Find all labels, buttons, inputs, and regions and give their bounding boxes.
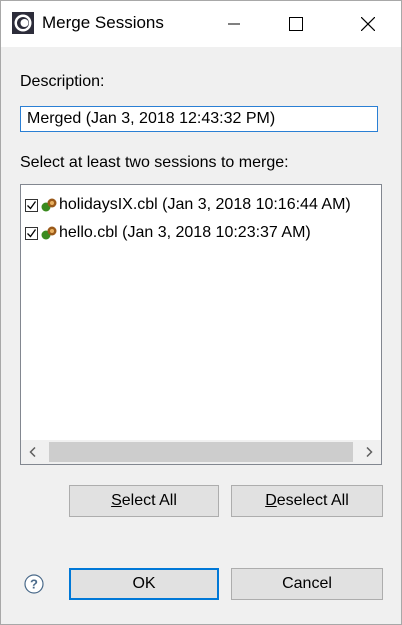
cancel-button[interactable]: Cancel <box>231 568 383 600</box>
help-icon[interactable]: ? <box>24 574 44 594</box>
select-all-mnemonic: S <box>111 492 122 509</box>
session-checkbox[interactable] <box>25 198 38 212</box>
minimize-icon <box>228 23 240 25</box>
description-input[interactable] <box>20 106 378 132</box>
session-label: holidaysIX.cbl (Jan 3, 2018 10:16:44 AM) <box>59 196 351 213</box>
title-bar[interactable]: Merge Sessions <box>1 1 401 47</box>
ok-button[interactable]: OK <box>69 568 219 600</box>
sessions-label: Select at least two sessions to merge: <box>20 154 289 171</box>
session-icon <box>41 226 57 240</box>
close-button[interactable] <box>345 1 391 47</box>
close-icon <box>361 17 375 31</box>
scroll-left-button[interactable] <box>21 440 45 464</box>
description-label: Description: <box>20 73 105 90</box>
scroll-thumb[interactable] <box>49 442 353 462</box>
session-item[interactable]: holidaysIX.cbl (Jan 3, 2018 10:16:44 AM) <box>25 194 351 216</box>
window-title: Merge Sessions <box>42 13 164 32</box>
maximize-icon <box>289 17 303 31</box>
minimize-button[interactable] <box>211 1 257 47</box>
checkmark-icon <box>27 200 37 210</box>
ok-label: OK <box>132 575 156 592</box>
session-item[interactable]: hello.cbl (Jan 3, 2018 10:23:37 AM) <box>25 222 311 244</box>
merge-sessions-dialog: Merge Sessions Description: Select at le… <box>0 0 402 625</box>
maximize-button[interactable] <box>273 1 319 47</box>
deselect-all-button[interactable]: Deselect All <box>231 485 383 517</box>
sessions-list[interactable]: holidaysIX.cbl (Jan 3, 2018 10:16:44 AM)… <box>20 184 382 465</box>
select-all-button[interactable]: Select All <box>69 485 219 517</box>
checkmark-icon <box>27 228 37 238</box>
deselect-all-label: eselect All <box>276 492 349 509</box>
session-checkbox[interactable] <box>25 226 38 240</box>
cancel-label: Cancel <box>282 575 332 592</box>
chevron-right-icon <box>366 447 373 457</box>
session-label: hello.cbl (Jan 3, 2018 10:23:37 AM) <box>59 224 311 241</box>
deselect-all-mnemonic: D <box>265 492 277 509</box>
eclipse-icon <box>12 12 34 34</box>
chevron-left-icon <box>29 447 36 457</box>
select-all-label: elect All <box>121 492 177 509</box>
horizontal-scrollbar[interactable] <box>21 440 381 464</box>
session-icon <box>41 198 57 212</box>
scroll-right-button[interactable] <box>357 440 381 464</box>
svg-text:?: ? <box>30 577 38 592</box>
